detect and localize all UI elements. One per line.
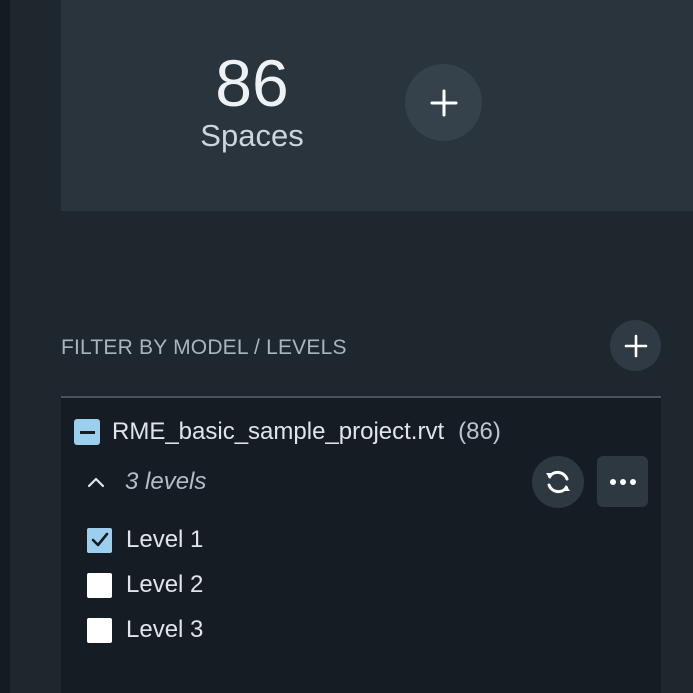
- spaces-summary-card: [61, 0, 693, 211]
- plus-icon: [624, 334, 647, 357]
- model-space-count: (86): [458, 418, 501, 445]
- add-filter-button[interactable]: [610, 320, 661, 371]
- level-item-3[interactable]: Level 3: [87, 616, 204, 643]
- levels-summary: 3 levels: [125, 468, 207, 495]
- level-1-checkbox[interactable]: [87, 527, 112, 553]
- level-3-label: Level 3: [126, 616, 204, 643]
- chevron-up-icon: [85, 471, 107, 493]
- model-row: RME_basic_sample_project.rvt (86): [74, 418, 501, 446]
- filter-section-title: FILTER BY MODEL / LEVELS: [61, 336, 347, 359]
- plus-icon: [430, 89, 457, 116]
- sync-icon: [546, 470, 570, 494]
- minus-icon: [79, 430, 95, 434]
- sync-button[interactable]: [532, 456, 584, 508]
- spaces-count-block: 86 Spaces: [190, 48, 314, 154]
- more-horizontal-icon: [609, 478, 636, 485]
- left-rail: [0, 0, 10, 693]
- spaces-label: Spaces: [200, 118, 304, 153]
- level-1-label: Level 1: [126, 526, 204, 553]
- level-2-label: Level 2: [126, 571, 204, 598]
- level-item-1[interactable]: Level 1: [87, 526, 204, 553]
- add-space-button[interactable]: [405, 64, 482, 141]
- spaces-count: 86: [215, 46, 289, 120]
- model-name: RME_basic_sample_project.rvt: [112, 418, 445, 445]
- left-strip: [10, 0, 60, 693]
- check-icon: [91, 532, 108, 547]
- model-panel: RME_basic_sample_project.rvt (86) 3 leve…: [61, 398, 661, 693]
- model-toggle-checkbox[interactable]: [74, 419, 100, 445]
- level-2-checkbox[interactable]: [87, 572, 112, 598]
- more-options-button[interactable]: [597, 456, 648, 507]
- levels-expander[interactable]: 3 levels: [85, 467, 206, 497]
- level-item-2[interactable]: Level 2: [87, 571, 204, 598]
- level-3-checkbox[interactable]: [87, 617, 112, 643]
